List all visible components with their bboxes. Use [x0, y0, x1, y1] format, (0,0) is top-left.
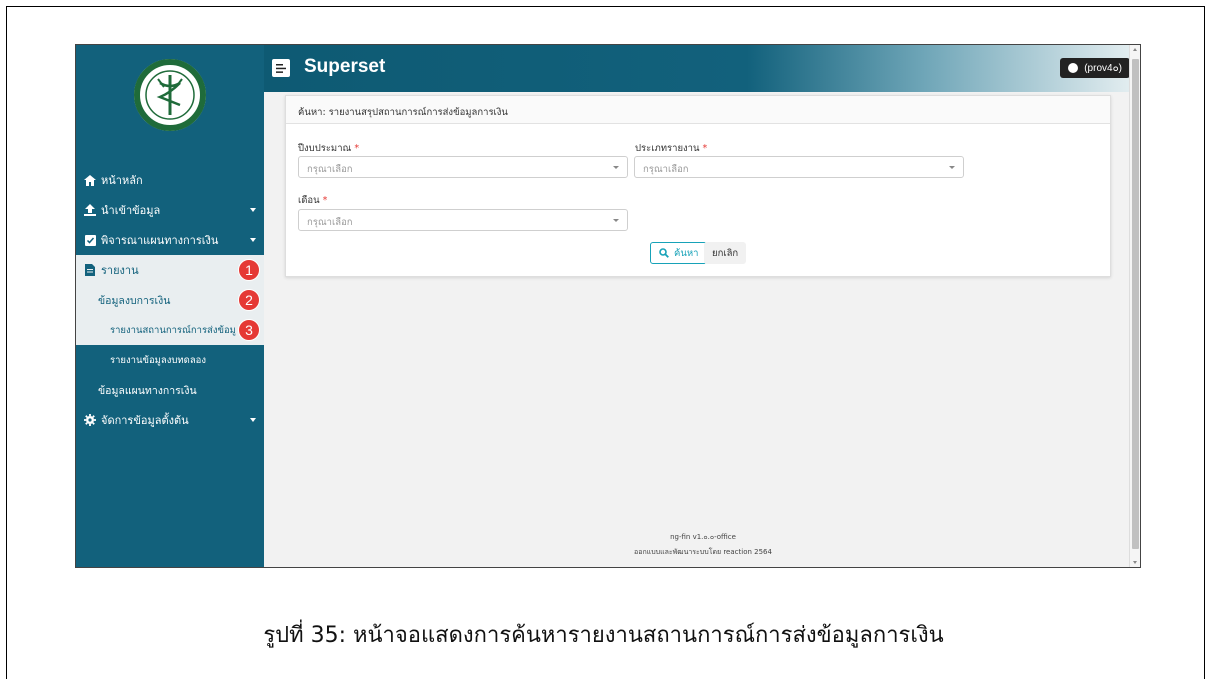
- scroll-down-icon[interactable]: [1133, 561, 1137, 564]
- month-placeholder: กรุณาเลือก: [307, 217, 353, 228]
- sidebar-item-financial-statements[interactable]: ข้อมูลงบการเงิน 2: [76, 285, 264, 315]
- top-navbar: Superset (prov4๐): [264, 45, 1140, 92]
- sidebar-item-plan-review[interactable]: พิจารณาแผนทางการเงิน: [76, 225, 264, 255]
- chevron-down-icon: [949, 166, 955, 169]
- sidebar-item-report[interactable]: รายงาน 1: [76, 255, 264, 285]
- report-type-placeholder: กรุณาเลือก: [643, 164, 689, 175]
- sidebar-item-label: รายงานข้อมูลงบทดลอง: [110, 354, 207, 366]
- sidebar-item-label: รายงาน: [101, 264, 139, 277]
- search-button-label: ค้นหา: [674, 247, 699, 259]
- menu-toggle-button[interactable]: [272, 59, 290, 77]
- sidebar-nav: หน้าหลัก นำเข้าข้อมูล พิจารณาแผนทางการเง…: [76, 165, 264, 435]
- report-type-label: ประเภทรายงาน *: [635, 143, 708, 154]
- scroll-up-icon[interactable]: [1133, 48, 1137, 51]
- sidebar-item-label: หน้าหลัก: [101, 174, 143, 187]
- vertical-scrollbar[interactable]: [1129, 45, 1140, 567]
- sidebar-item-home[interactable]: หน้าหลัก: [76, 165, 264, 195]
- upload-icon: [84, 204, 96, 216]
- fiscal-year-select[interactable]: กรุณาเลือก: [298, 156, 628, 178]
- fiscal-year-label: ปีงบประมาณ *: [298, 143, 360, 154]
- month-select[interactable]: กรุณาเลือก: [298, 209, 628, 231]
- cancel-button-label: ยกเลิก: [712, 247, 739, 259]
- sidebar-item-label: พิจารณาแผนทางการเงิน: [101, 234, 219, 247]
- app-screenshot: หน้าหลัก นำเข้าข้อมูล พิจารณาแผนทางการเง…: [75, 44, 1141, 568]
- clipboard-check-icon: [84, 234, 96, 246]
- step-badge-1: 1: [238, 259, 260, 281]
- ministry-logo: [132, 57, 208, 133]
- sidebar-item-label: ข้อมูลแผนทางการเงิน: [98, 384, 197, 397]
- step-badge-3: 3: [238, 319, 260, 341]
- fiscal-year-placeholder: กรุณาเลือก: [307, 164, 353, 175]
- report-type-select[interactable]: กรุณาเลือก: [634, 156, 964, 178]
- month-label: เดือน *: [298, 195, 328, 206]
- search-card: ค้นหา: รายงานสรุปสถานการณ์การส่งข้อมูลกา…: [285, 95, 1111, 277]
- search-button[interactable]: ค้นหา: [650, 242, 708, 264]
- user-menu-button[interactable]: (prov4๐): [1060, 58, 1130, 78]
- scrollbar-thumb[interactable]: [1132, 59, 1139, 549]
- chevron-down-icon: [250, 208, 256, 212]
- footer-credit: ออกแบบและพัฒนาระบบโดย reaction 2564: [634, 548, 772, 556]
- chevron-down-icon: [613, 166, 619, 169]
- sidebar-item-master-data[interactable]: จัดการข้อมูลตั้งต้น: [76, 405, 264, 435]
- user-circle-icon: [1068, 63, 1079, 73]
- card-title: ค้นหา: รายงานสรุปสถานการณ์การส่งข้อมูลกา…: [286, 96, 1110, 124]
- app-brand[interactable]: Superset: [304, 56, 385, 78]
- sidebar-item-submission-status-report[interactable]: รายงานสถานการณ์การส่งข้อมูลการเงิน 3: [76, 315, 264, 345]
- sidebar-item-trial-balance-report[interactable]: รายงานข้อมูลงบทดลอง: [76, 345, 264, 375]
- file-icon: [84, 264, 96, 276]
- sidebar: หน้าหลัก นำเข้าข้อมูล พิจารณาแผนทางการเง…: [76, 45, 264, 567]
- chevron-down-icon: [613, 219, 619, 222]
- chevron-down-icon: [250, 418, 256, 422]
- footer-version: ng-fin v1.๐.๐-office: [670, 533, 736, 541]
- sidebar-item-label: รายงานสถานการณ์การส่งข้อมูลการเงิน: [110, 324, 236, 336]
- sidebar-item-label: นำเข้าข้อมูล: [101, 204, 161, 217]
- sidebar-item-label: จัดการข้อมูลตั้งต้น: [101, 414, 189, 427]
- home-icon: [84, 174, 96, 186]
- search-icon: [659, 248, 669, 258]
- step-badge-2: 2: [238, 289, 260, 311]
- gear-icon: [84, 414, 96, 426]
- figure-caption: รูปที่ 35: หน้าจอแสดงการค้นหารายงานสถานก…: [263, 623, 944, 648]
- sidebar-item-import[interactable]: นำเข้าข้อมูล: [76, 195, 264, 225]
- user-name: (prov4๐): [1084, 62, 1122, 74]
- hamburger-icon: [276, 63, 286, 73]
- cancel-button[interactable]: ยกเลิก: [704, 242, 747, 264]
- sidebar-item-label: ข้อมูลงบการเงิน: [98, 294, 171, 307]
- sidebar-item-plan-data[interactable]: ข้อมูลแผนทางการเงิน: [76, 375, 264, 405]
- chevron-down-icon: [250, 238, 256, 242]
